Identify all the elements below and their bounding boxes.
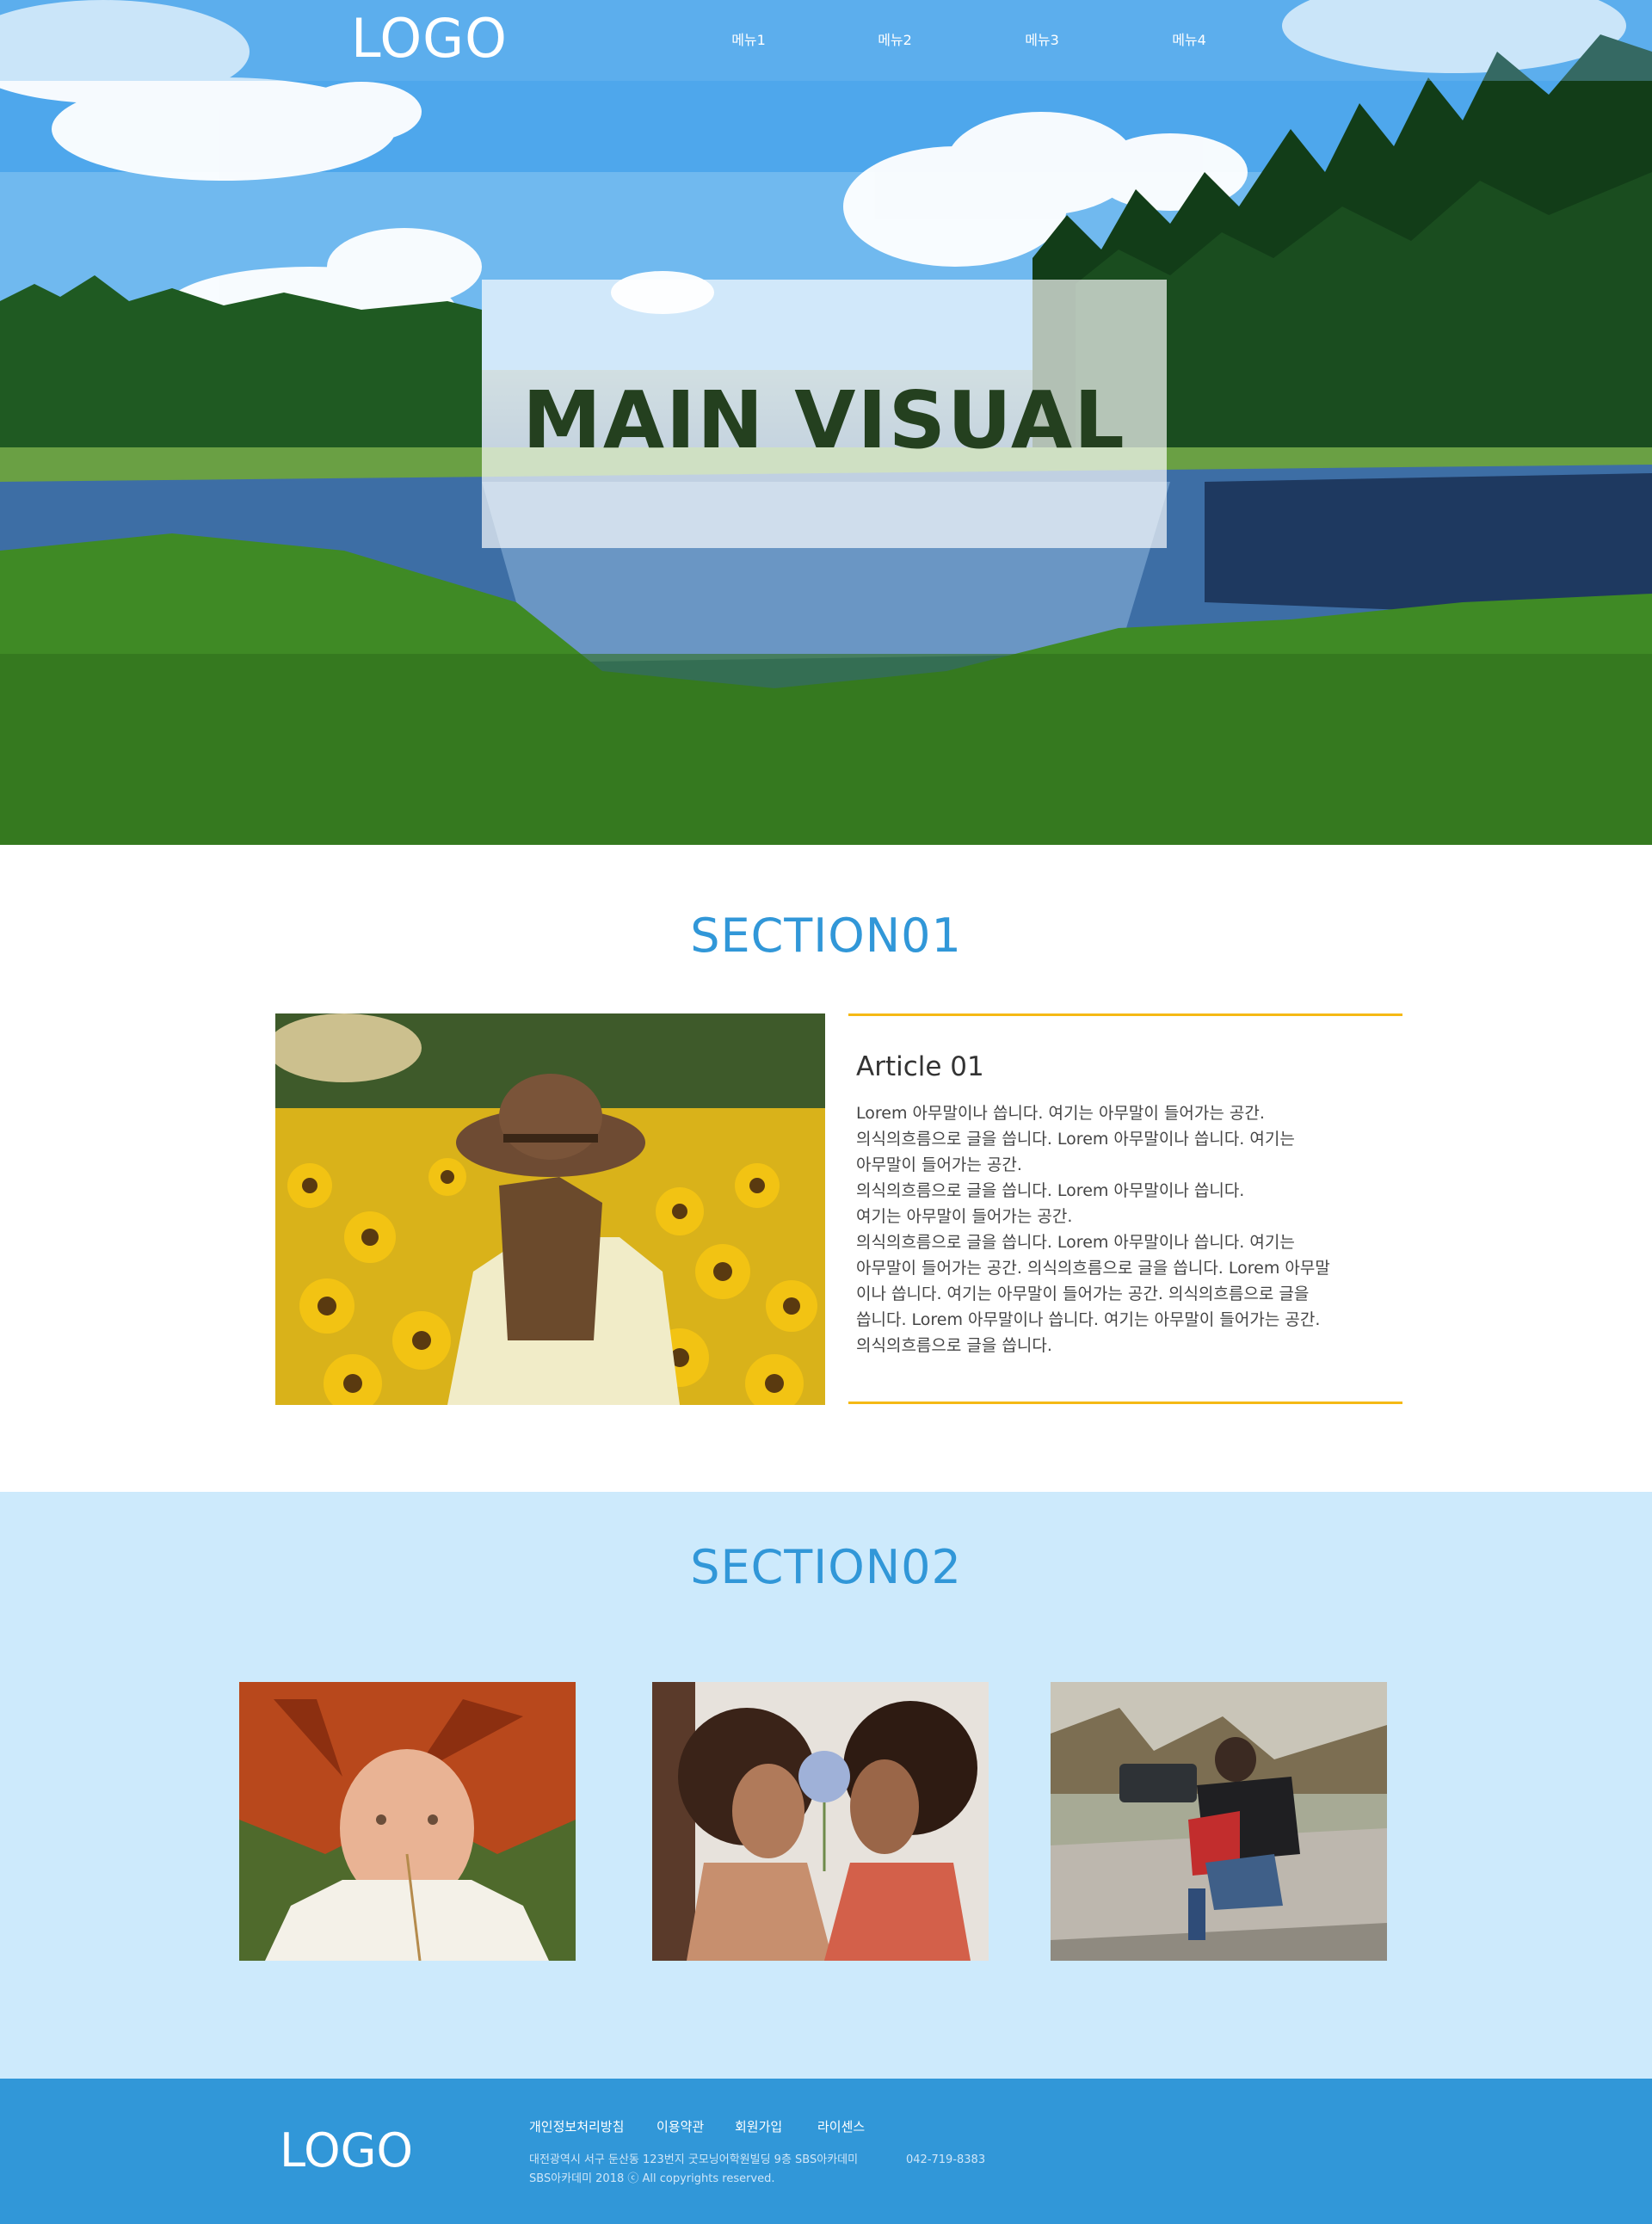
article-title: Article 01: [856, 1051, 984, 1082]
section-02: SECTION02: [0, 1492, 1652, 2079]
nav-menu-1[interactable]: 메뉴1: [701, 28, 796, 53]
site-footer: LOGO 개인정보처리방침 이용약관 회원가입 라이센스 대전광역시 서구 둔산…: [0, 2079, 1652, 2224]
nav-menu-4[interactable]: 메뉴4: [1142, 28, 1236, 53]
top-navigation-bar: [0, 0, 1652, 81]
section-01-title: SECTION01: [690, 909, 962, 963]
article-top-rule: [848, 1013, 1402, 1016]
article-bottom-rule: [848, 1402, 1402, 1404]
main-visual-box: MAIN VISUAL: [482, 280, 1167, 548]
article-line: 의식의흐름으로 글을 씁니다. Lorem 아무말이나 씁니다. 여기는: [856, 1233, 1295, 1252]
footer-link-terms[interactable]: 이용약관: [656, 2116, 704, 2137]
footer-link-license[interactable]: 라이센스: [817, 2116, 865, 2137]
footer-phone: 042-719-8383: [906, 2153, 986, 2166]
footer-link-signup[interactable]: 회원가입: [735, 2116, 782, 2137]
gallery-photo-3[interactable]: [1051, 1682, 1387, 1961]
section-02-title: SECTION02: [690, 1540, 962, 1594]
article-line: 아무말이 들어가는 공간.: [856, 1155, 1022, 1174]
article-line: 이나 씁니다. 여기는 아무말이 들어가는 공간. 의식의흐름으로 글을: [856, 1284, 1310, 1303]
footer-logo[interactable]: LOGO: [280, 2123, 413, 2178]
main-visual-title: MAIN VISUAL: [522, 374, 1126, 466]
footer-copyright: SBS아카데미 2018 ⓒ All copyrights reserved.: [529, 2172, 775, 2185]
article-line: 의식의흐름으로 글을 씁니다.: [856, 1336, 1052, 1355]
footer-link-privacy[interactable]: 개인정보처리방침: [529, 2116, 624, 2137]
gallery-photo-2[interactable]: [652, 1682, 989, 1961]
sunflower-field-photo: [275, 1013, 825, 1405]
header-logo[interactable]: LOGO: [351, 7, 508, 71]
footer-address: 대전광역시 서구 둔산동 123번지 굿모닝어학원빌딩 9층 SBS아카데미: [529, 2153, 859, 2166]
nav-menu-2[interactable]: 메뉴2: [848, 28, 942, 53]
article-line: Lorem 아무말이나 씁니다. 여기는 아무말이 들어가는 공간.: [856, 1104, 1265, 1123]
article-body: Lorem 아무말이나 씁니다. 여기는 아무말이 들어가는 공간. 의식의흐름…: [856, 1100, 1381, 1358]
section-01: SECTION01 Article 01 Lorem 아무말이나 씁니다. 여기…: [0, 845, 1652, 1492]
article-line: 의식의흐름으로 글을 씁니다. Lorem 아무말이나 씁니다.: [856, 1181, 1245, 1200]
article-line: 여기는 아무말이 들어가는 공간.: [856, 1207, 1073, 1226]
main-visual-hero: LOGO 메뉴1 메뉴2 메뉴3 메뉴4 MAIN VISUAL: [0, 0, 1652, 845]
article-line: 아무말이 들어가는 공간. 의식의흐름으로 글을 씁니다. Lorem 아무말: [856, 1259, 1330, 1278]
nav-menu-3[interactable]: 메뉴3: [995, 28, 1089, 53]
gallery-photo-1[interactable]: [239, 1682, 576, 1961]
article-line: 씁니다. Lorem 아무말이나 씁니다. 여기는 아무말이 들어가는 공간.: [856, 1310, 1321, 1329]
article-line: 의식의흐름으로 글을 씁니다. Lorem 아무말이나 씁니다. 여기는: [856, 1130, 1295, 1149]
